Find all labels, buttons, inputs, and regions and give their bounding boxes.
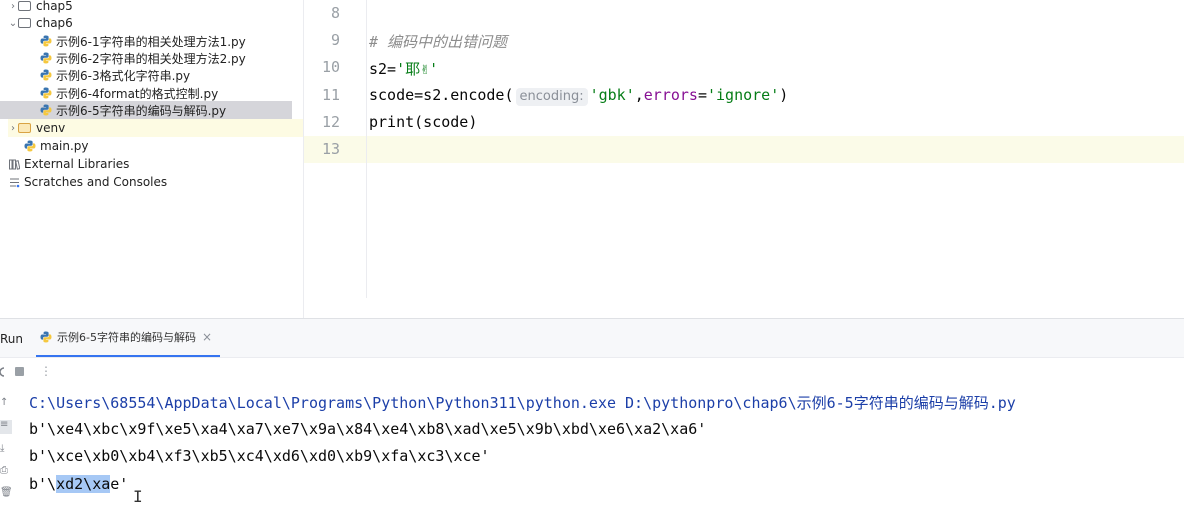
run-tool-window-header: Run 示例6-5字符串的编码与解码 × <box>0 319 1184 358</box>
tree-item-label: chap6 <box>36 16 73 30</box>
close-icon[interactable]: × <box>202 330 212 344</box>
python-file-icon <box>40 331 52 343</box>
folder-icon <box>18 1 31 11</box>
run-tab-label: 示例6-5字符串的编码与解码 <box>57 331 196 344</box>
trash-icon[interactable]: 🗑 <box>0 488 13 498</box>
tree-item-label: 示例6-2字符串的相关处理方法2.py <box>56 51 246 66</box>
scratches-icon <box>10 178 20 187</box>
code-string: '耶✌' <box>396 60 439 78</box>
code-comment: # 编码中的出错问题 <box>369 33 508 51</box>
run-label: Run <box>0 332 24 346</box>
text-selection: xd2\xa <box>56 475 111 493</box>
run-tab[interactable]: 示例6-5字符串的编码与解码 × <box>36 319 221 357</box>
python-file-icon <box>40 104 52 116</box>
tree-item-venv[interactable]: › venv <box>8 119 303 137</box>
line-number: 8 <box>330 4 340 22</box>
arrow-up-icon[interactable]: ↑ <box>0 398 10 408</box>
project-tree-panel: › chap5 ⌄ chap6 示例6-1字符串的相关处理方法1.py 示例6-… <box>0 0 304 318</box>
tree-item-label: 示例6-1字符串的相关处理方法1.py <box>56 34 246 49</box>
python-file-icon <box>40 69 52 81</box>
rerun-icon[interactable] <box>0 366 6 378</box>
soft-wrap-icon[interactable]: ≡ <box>0 420 12 434</box>
code-line-11[interactable]: scode=s2.encode(encoding:'gbk',errors='i… <box>369 86 788 106</box>
tree-item-label: 示例6-3格式化字符串.py <box>56 68 191 83</box>
code-kwarg: errors <box>643 86 698 104</box>
python-file-icon <box>24 140 36 152</box>
folder-icon <box>18 18 31 28</box>
tree-item-file[interactable]: 示例6-2字符串的相关处理方法2.py <box>40 49 246 67</box>
parameter-hint: encoding: <box>515 88 588 106</box>
tree-item-external-libraries[interactable]: External Libraries <box>9 155 129 173</box>
code-token: , <box>634 86 644 104</box>
tree-item-file-selected[interactable]: 示例6-5字符串的编码与解码.py <box>0 101 292 119</box>
code-line-12[interactable]: print(scode) <box>369 113 477 131</box>
code-token: s2= <box>369 60 397 78</box>
gutter-divider <box>366 0 367 298</box>
code-string: 'gbk' <box>589 86 635 104</box>
library-icon <box>9 159 20 170</box>
python-file-icon <box>40 87 52 99</box>
code-token: = <box>697 86 707 104</box>
tree-item-label: main.py <box>40 139 89 153</box>
folder-icon <box>18 123 31 133</box>
tree-item-label: External Libraries <box>24 157 130 171</box>
chevron-right-icon[interactable]: › <box>8 123 18 134</box>
tree-item-label: 示例6-5字符串的编码与解码.py <box>56 103 227 118</box>
tree-item-scratches[interactable]: Scratches and Consoles <box>9 173 167 191</box>
print-icon[interactable]: ⎙ <box>0 466 10 476</box>
console-text: b'\ <box>29 475 57 493</box>
console-line: b'\xce\xb0\xb4\xf3\xb5\xc4\xd6\xd0\xb9\x… <box>29 447 490 465</box>
chevron-down-icon[interactable]: ⌄ <box>8 18 18 29</box>
more-icon[interactable]: ⋮ <box>40 364 52 378</box>
tree-item-label: Scratches and Consoles <box>24 175 168 189</box>
tree-item-file[interactable]: 示例6-1字符串的相关处理方法1.py <box>40 32 246 50</box>
line-number: 12 <box>321 113 340 131</box>
line-number: 9 <box>330 31 340 49</box>
console-line: C:\Users\68554\AppData\Local\Programs\Py… <box>29 394 1016 412</box>
tree-item-label: venv <box>36 121 66 135</box>
code-line-10[interactable]: s2='耶✌' <box>369 58 438 79</box>
tree-item-chap5[interactable]: › chap5 <box>8 0 73 15</box>
run-toolbar: ⋮ <box>0 358 1184 386</box>
tree-item-file[interactable]: 示例6-4format的格式控制.py <box>40 84 218 102</box>
code-string: 'ignore' <box>706 86 780 104</box>
console-text: e' <box>110 475 129 493</box>
console-side-toolbar: ↑ ≡ ⤓ ⎙ 🗑 <box>0 386 14 518</box>
scroll-to-end-icon[interactable]: ⤓ <box>0 444 10 454</box>
console-line: b'\xe4\xbc\x9f\xe5\xa4\xa7\xe7\x9a\x84\x… <box>29 420 707 438</box>
line-number: 10 <box>321 58 340 76</box>
console-line[interactable]: b'\xd2\xae' <box>29 475 128 493</box>
tree-item-main[interactable]: main.py <box>24 137 89 155</box>
code-line-9[interactable]: # 编码中的出错问题 <box>369 31 507 52</box>
tree-item-chap6[interactable]: ⌄ chap6 <box>8 14 73 32</box>
python-file-icon <box>40 35 52 47</box>
stop-icon[interactable] <box>15 367 24 376</box>
tree-item-file[interactable]: 示例6-3格式化字符串.py <box>40 66 190 84</box>
line-number: 13 <box>321 140 340 158</box>
tree-item-label: chap5 <box>36 0 73 13</box>
line-number: 11 <box>321 86 340 104</box>
chevron-right-icon[interactable]: › <box>8 1 18 12</box>
mouse-cursor-icon: I <box>133 487 143 506</box>
current-line-highlight <box>304 136 1184 163</box>
tree-item-label: 示例6-4format的格式控制.py <box>56 86 219 101</box>
code-token: ) <box>779 86 789 104</box>
code-token: scode=s2.encode( <box>369 86 514 104</box>
code-token: print(scode) <box>369 113 478 131</box>
python-file-icon <box>40 52 52 64</box>
